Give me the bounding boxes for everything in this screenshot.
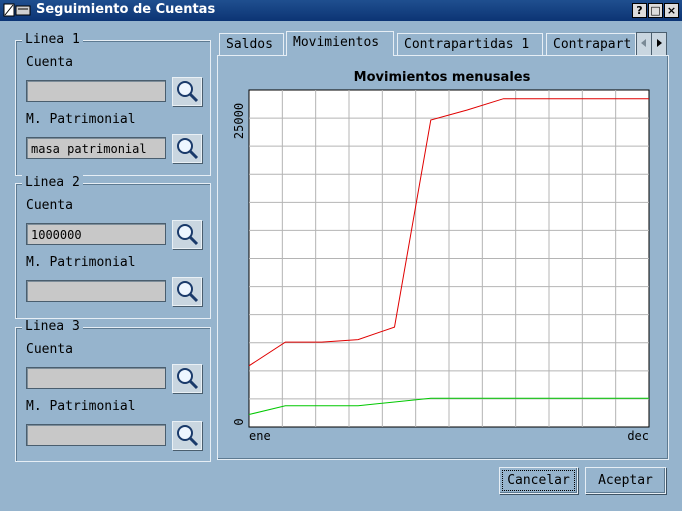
magnifier-icon [177, 224, 199, 246]
search-cuenta-button[interactable] [172, 77, 202, 106]
cuenta-field[interactable] [26, 367, 166, 389]
maximize-button[interactable]: □ [648, 3, 663, 18]
search-masa-button[interactable] [172, 277, 202, 306]
tab-saldos[interactable]: Saldos [219, 33, 284, 55]
masa-field[interactable] [26, 424, 166, 446]
linea-2-group: Linea 2 Cuenta 1000000 M. Patrimonial [15, 175, 211, 319]
magnifier-icon [177, 425, 199, 447]
cuenta-label: Cuenta [26, 198, 73, 213]
close-button[interactable]: × [664, 3, 679, 18]
cancel-button[interactable]: Cancelar [499, 467, 578, 494]
masa-label: M. Patrimonial [26, 255, 136, 270]
cuenta-field[interactable] [26, 80, 166, 102]
tab-contrapartidas-1[interactable]: Contrapartidas 1 [397, 33, 543, 55]
y-tick-label: 0 [232, 418, 246, 425]
magnifier-icon [177, 281, 199, 303]
search-masa-button[interactable] [172, 134, 202, 163]
search-masa-button[interactable] [172, 421, 202, 450]
linea-3-group: Linea 3 Cuenta M. Patrimonial [15, 319, 211, 462]
tab-contrapartidas-2[interactable]: Contrapart [546, 33, 636, 55]
y-tick-label: 25000 [232, 103, 246, 139]
masa-label: M. Patrimonial [26, 112, 136, 127]
masa-field[interactable] [26, 280, 166, 302]
x-tick-label: dec [627, 429, 649, 443]
window-title: Seguimiento de Cuentas [36, 2, 216, 17]
tab-movimientos[interactable]: Movimientos [286, 31, 394, 56]
x-tick-label: ene [249, 429, 271, 443]
help-button[interactable]: ? [632, 3, 647, 18]
cuenta-label: Cuenta [26, 342, 73, 357]
accept-button[interactable]: Aceptar [585, 467, 666, 494]
arrow-left-icon [641, 39, 646, 47]
search-cuenta-button[interactable] [172, 220, 202, 249]
linea-3-legend: Linea 3 [22, 319, 83, 334]
title-bar: Seguimiento de Cuentas ? □ × [0, 0, 682, 21]
tab-scroll-left-button[interactable] [636, 32, 652, 56]
magnifier-icon [177, 368, 199, 390]
masa-label: M. Patrimonial [26, 399, 136, 414]
linea-1-legend: Linea 1 [22, 32, 83, 47]
linea-1-group: Linea 1 Cuenta M. Patrimonial masa patri… [15, 32, 211, 176]
window-menu-icon[interactable] [3, 3, 33, 18]
arrow-right-icon [657, 39, 662, 47]
cuenta-label: Cuenta [26, 55, 73, 70]
chart-title: Movimientos menusales [353, 70, 531, 85]
search-cuenta-button[interactable] [172, 364, 202, 393]
cuenta-field[interactable]: 1000000 [26, 223, 166, 245]
linea-2-legend: Linea 2 [22, 175, 83, 190]
masa-field[interactable]: masa patrimonial [26, 137, 166, 159]
magnifier-icon [177, 81, 199, 103]
magnifier-icon [177, 138, 199, 160]
movimientos-chart: 25000 0 ene dec [232, 89, 650, 443]
tab-scroll-right-button[interactable] [651, 32, 667, 56]
